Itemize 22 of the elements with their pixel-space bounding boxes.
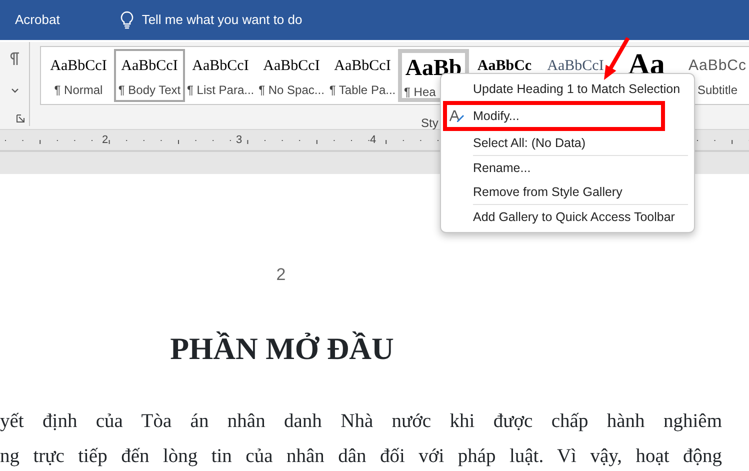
menu-item[interactable]: Select All: (No Data) (441, 131, 694, 155)
annotation-arrow (604, 37, 630, 80)
pilcrow-icon[interactable] (10, 52, 20, 66)
menu-item[interactable]: Add Gallery to Quick Access Toolbar (441, 205, 694, 229)
search-prompt[interactable]: Tell me what you want to do (142, 10, 302, 30)
document-heading: PHẦN MỞ ĐẦU (169, 330, 395, 368)
lightbulb-icon (120, 11, 134, 29)
style-option[interactable]: AaBbCcI ¶ No Spac... (256, 49, 327, 102)
style-option[interactable]: AaBbCcI ¶ List Para... (185, 49, 256, 102)
menu-item[interactable]: Modify... (447, 105, 661, 127)
style-option[interactable]: AaBbCcI ¶ Body Text (114, 49, 185, 102)
chevron-down-icon[interactable] (10, 88, 18, 93)
style-option[interactable]: AaBbCcI ¶ Normal (43, 49, 114, 102)
dialog-launcher-icon[interactable] (16, 114, 25, 123)
menu-item[interactable]: Rename... (441, 156, 694, 180)
group-label: Sty (421, 115, 438, 132)
page-number: 2 (275, 264, 287, 286)
menu-item[interactable]: Remove from Style Gallery (441, 180, 694, 204)
body-text-line: yết định của Tòa án nhân danh Nhà nước khi được chấp hành nghiêm (0, 410, 722, 434)
body-text-line: ng trực tiếp đến lòng tin của nhân dân đối với pháp luật. Vì vậy, hoạt động (0, 445, 722, 469)
style-option[interactable]: AaBbCcI ¶ Table Pa... (327, 49, 398, 102)
ribbon-tab[interactable]: Acrobat (15, 10, 60, 30)
